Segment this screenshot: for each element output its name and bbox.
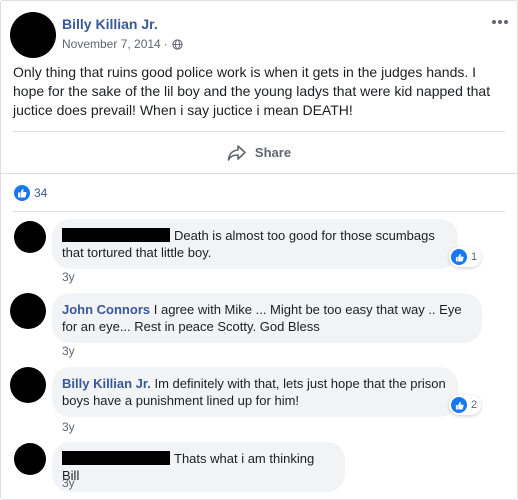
comment-reaction[interactable]: 2 xyxy=(449,395,482,415)
redacted-name xyxy=(62,451,170,465)
commenter-avatar[interactable] xyxy=(14,443,46,475)
action-bar: Share xyxy=(13,131,505,173)
redacted-name xyxy=(62,228,170,242)
like-thumb-icon xyxy=(451,249,467,265)
commenter-name[interactable]: John Connors xyxy=(62,302,150,317)
comment-time[interactable]: 3y xyxy=(62,344,75,358)
share-button[interactable]: Share xyxy=(227,144,291,162)
like-thumb-icon xyxy=(451,397,467,413)
more-options-icon[interactable] xyxy=(492,18,508,26)
comment-reaction[interactable]: 1 xyxy=(449,247,482,267)
share-label: Share xyxy=(254,145,292,160)
post-card: Billy Killian Jr. November 7, 2014 · Onl… xyxy=(0,0,518,500)
like-thumb-icon[interactable] xyxy=(14,185,30,201)
author-avatar[interactable] xyxy=(10,12,56,58)
globe-icon xyxy=(172,38,183,50)
comment-time[interactable]: 3y xyxy=(62,420,75,434)
commenter-avatar[interactable] xyxy=(14,221,46,253)
post-header: Billy Killian Jr. November 7, 2014 · xyxy=(10,12,510,58)
commenter-avatar[interactable] xyxy=(10,367,46,403)
reactions-row: 34 xyxy=(1,173,518,211)
like-count[interactable]: 34 xyxy=(34,186,47,200)
reaction-count: 1 xyxy=(471,251,478,263)
share-arrow-icon xyxy=(227,144,246,161)
comment-bubble: Death is almost too good for those scumb… xyxy=(52,219,458,269)
author-name[interactable]: Billy Killian Jr. xyxy=(62,16,158,32)
comment-bubble: John Connors I agree with Mike ... Might… xyxy=(52,293,482,343)
meta-separator: · xyxy=(163,37,168,51)
post-text: Only thing that ruins good police work i… xyxy=(13,64,491,118)
comment-time[interactable]: 3y xyxy=(62,270,75,284)
commenter-name[interactable]: Billy Killian Jr. xyxy=(62,376,151,391)
comment-bubble: Thats what i am thinking Bill xyxy=(52,442,345,492)
reaction-count: 2 xyxy=(471,399,478,411)
comments-divider xyxy=(13,211,505,212)
comment-bubble: Billy Killian Jr. Im definitely with tha… xyxy=(52,367,458,417)
post-date[interactable]: November 7, 2014 xyxy=(62,37,161,51)
post-meta: November 7, 2014 · xyxy=(62,37,183,51)
commenter-avatar[interactable] xyxy=(10,293,46,329)
comment-time[interactable]: 3y xyxy=(62,476,75,490)
